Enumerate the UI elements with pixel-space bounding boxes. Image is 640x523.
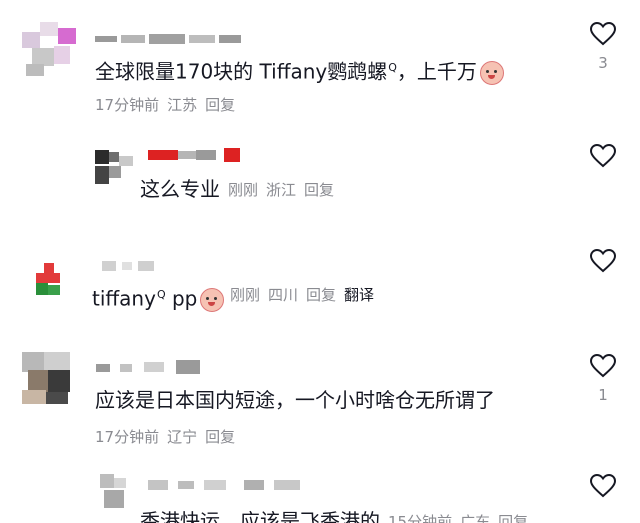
like-button[interactable] [588,144,618,168]
comment-location: 辽宁 [167,428,198,446]
comment-meta: 15分钟前 广东 回复 [388,512,536,523]
search-icon[interactable]: Q [157,288,166,301]
comment-1: 全球限量170块的 Tiffany鹦鹉螺Q，上千万 17分钟前 江苏 回复 3 [0,0,640,130]
like-button[interactable]: 1 [588,354,618,404]
search-icon[interactable]: Q [388,61,397,74]
heart-outline-icon [590,474,616,498]
reply-button[interactable]: 回复 [304,181,334,199]
comment-text: 香港快运，应该是飞香港的 [140,509,380,523]
heart-outline-icon [590,249,616,273]
username-redacted[interactable] [148,148,248,162]
comment-location: 四川 [268,286,299,304]
comment-time: 17分钟前 [95,428,160,446]
like-count: 3 [598,54,608,72]
reply-button[interactable]: 回复 [306,286,336,304]
comment-time: 15分钟前 [388,513,453,523]
heart-outline-icon [590,354,616,378]
avatar[interactable] [22,352,72,404]
comment-meta: 刚刚 浙江 回复 [228,180,342,200]
username-redacted[interactable] [95,32,245,46]
comment-text: tiffanyQ pp [92,281,225,313]
comment-meta: 17分钟前 江苏 回复 [95,95,243,115]
avatar[interactable] [95,144,135,186]
comment-text-main: tiffany [92,286,156,311]
reply-button[interactable]: 回复 [498,513,528,523]
avatar[interactable] [36,263,68,299]
heart-outline-icon [590,144,616,168]
username-redacted[interactable] [148,478,308,492]
reply-button[interactable]: 回复 [205,428,235,446]
comment-2: 这么专业 刚刚 浙江 回复 [0,130,640,230]
heart-outline-icon [590,22,616,46]
comment-text-suffix: pp [171,286,198,311]
translate-button[interactable]: 翻译 [344,286,374,304]
comment-4: 应该是日本国内短途，一个小时啥仓无所谓了 17分钟前 辽宁 回复 1 [0,340,640,455]
avatar[interactable] [100,474,140,514]
like-button[interactable] [588,474,618,498]
comment-location: 浙江 [266,181,297,199]
comment-3: tiffanyQ pp 刚刚 四川 回复 翻译 [0,235,640,335]
username-redacted[interactable] [96,360,216,374]
reply-button[interactable]: 回复 [205,96,235,114]
comment-time: 刚刚 [228,181,259,199]
comment-5: 香港快运，应该是飞香港的 15分钟前 广东 回复 [0,460,640,523]
like-button[interactable]: 3 [588,22,618,72]
comment-location: 广东 [460,513,491,523]
comment-text: 应该是日本国内短途，一个小时啥仓无所谓了 [95,388,495,412]
comment-text-suffix: ，上千万 [396,59,477,84]
crying-face-emoji-icon [200,288,225,313]
avatar[interactable] [22,22,78,76]
like-count: 1 [598,386,608,404]
crying-face-emoji-icon [479,61,504,86]
comment-time: 17分钟前 [95,96,160,114]
username-redacted[interactable] [102,259,162,273]
comment-text: 全球限量170块的 Tiffany鹦鹉螺Q，上千万 [95,54,504,86]
comment-time: 刚刚 [230,286,261,304]
comment-meta: 17分钟前 辽宁 回复 [95,427,243,447]
comment-location: 江苏 [167,96,198,114]
like-button[interactable] [588,249,618,273]
comment-meta: 刚刚 四川 回复 翻译 [230,285,382,305]
comment-text: 这么专业 [140,177,220,201]
comment-text-main: 全球限量170块的 Tiffany鹦鹉螺 [95,59,388,84]
